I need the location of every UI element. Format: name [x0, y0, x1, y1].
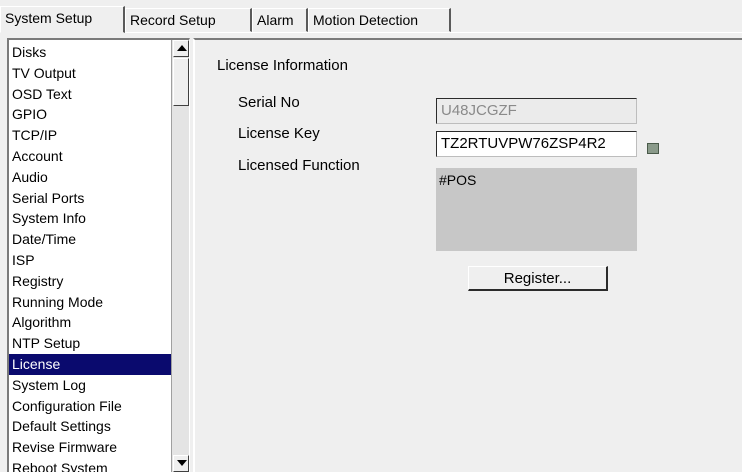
sidebar-item-reboot-system[interactable]: Reboot System: [9, 458, 172, 472]
register-button[interactable]: Register...: [468, 266, 608, 291]
license-panel: License Information Serial No U48JCGZF L…: [193, 38, 742, 472]
licensed-function-label: Licensed Function: [238, 157, 360, 174]
sidebar-item-isp[interactable]: ISP: [9, 250, 172, 271]
license-key-label: License Key: [238, 125, 320, 142]
tab-motion-detection[interactable]: Motion Detection: [308, 8, 451, 32]
sidebar-item-gpio[interactable]: GPIO: [9, 104, 172, 125]
sidebar-item-default-settings[interactable]: Default Settings: [9, 416, 172, 437]
settings-category-list[interactable]: Disks TV Output OSD Text GPIO TCP/IP Account A…: [7, 38, 190, 472]
section-title: License Information: [217, 57, 348, 74]
tab-system-setup[interactable]: System Setup: [0, 6, 125, 33]
sidebar-item-audio[interactable]: Audio: [9, 167, 172, 188]
license-key-input[interactable]: TZ2RTUVPW76ZSP4R2: [436, 131, 637, 157]
sidebar-item-date-time[interactable]: Date/Time: [9, 229, 172, 250]
sidebar-item-osd-text[interactable]: OSD Text: [9, 84, 172, 105]
vertical-scrollbar[interactable]: [171, 40, 189, 472]
sidebar-item-license[interactable]: License: [9, 353, 172, 375]
sidebar-item-registry[interactable]: Registry: [9, 271, 172, 292]
sidebar-item-account[interactable]: Account: [9, 146, 172, 167]
scroll-down-button[interactable]: [173, 455, 189, 472]
sidebar-item-serial-ports[interactable]: Serial Ports: [9, 188, 172, 209]
scrollbar-thumb[interactable]: [173, 58, 189, 106]
sidebar-item-ntp-setup[interactable]: NTP Setup: [9, 333, 172, 354]
sidebar-item-disks[interactable]: Disks: [9, 42, 172, 63]
category-items: Disks TV Output OSD Text GPIO TCP/IP Account A…: [9, 42, 172, 472]
scroll-up-arrow-icon: [177, 45, 187, 51]
sidebar-item-tv-output[interactable]: TV Output: [9, 63, 172, 84]
tab-bar: System Setup Record Setup Alarm Motion D…: [0, 0, 742, 34]
licensed-function-box: #POS: [436, 168, 637, 251]
sidebar-item-algorithm[interactable]: Algorithm: [9, 312, 172, 333]
keyboard-icon[interactable]: [647, 143, 659, 154]
sidebar-item-running-mode[interactable]: Running Mode: [9, 292, 172, 313]
sidebar-item-system-info[interactable]: System Info: [9, 208, 172, 229]
sidebar-item-revise-firmware[interactable]: Revise Firmware: [9, 437, 172, 458]
scroll-down-arrow-icon: [177, 460, 187, 466]
tab-record-setup[interactable]: Record Setup: [125, 8, 252, 32]
sidebar-item-system-log[interactable]: System Log: [9, 375, 172, 396]
serial-label: Serial No: [238, 94, 300, 111]
tab-alarm[interactable]: Alarm: [252, 8, 308, 32]
sidebar-item-configuration-file[interactable]: Configuration File: [9, 396, 172, 417]
serial-field: U48JCGZF: [436, 98, 637, 124]
scroll-up-button[interactable]: [173, 40, 189, 57]
sidebar-item-tcp-ip[interactable]: TCP/IP: [9, 125, 172, 146]
